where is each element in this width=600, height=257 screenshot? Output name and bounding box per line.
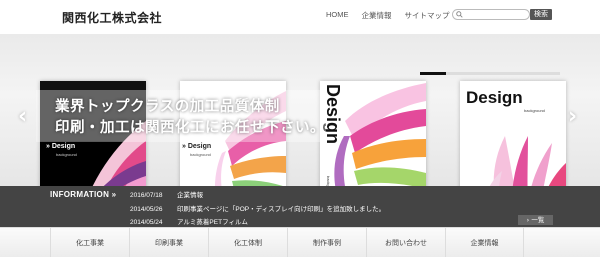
cover-subtitle: background [524, 108, 545, 113]
news-text[interactable]: 企業情報 [177, 192, 203, 199]
header: 関西化工株式会社 HOME 企業情報 サイトマップ 検索 [0, 0, 600, 34]
headline-line-2: 印刷・加工は関西化工にお任せ下さい。 [55, 119, 325, 136]
news-item[interactable]: 2014/05/26 印刷事業ページに「POP・ディスプレイ向け印刷」を追加致しま… [130, 203, 385, 213]
news-date: 2014/05/24 [130, 219, 163, 226]
news-item[interactable]: 2014/05/24 アルミ蒸着PETフィルム [130, 216, 248, 226]
bottom-nav-item-taisei[interactable]: 化工体制 [208, 228, 287, 257]
headline-line-1: 業界トップクラスの加工品質体制 [55, 98, 280, 115]
search-box [452, 9, 530, 20]
nav-sitemap[interactable]: サイトマップ [405, 10, 450, 21]
cover-title: Design [466, 88, 523, 107]
nav-home[interactable]: HOME [326, 10, 349, 21]
cover-subtitle: background [56, 152, 77, 157]
search-input[interactable] [466, 10, 528, 19]
bottom-nav-item-jirei[interactable]: 制作事例 [287, 228, 366, 257]
news-date: 2016/07/18 [130, 192, 163, 199]
search-icon [456, 11, 463, 18]
news-text[interactable]: 印刷事業ページに「POP・ディスプレイ向け印刷」を追加致しました。 [177, 206, 385, 213]
news-text[interactable]: アルミ蒸着PETフィルム [177, 219, 248, 226]
top-nav: HOME 企業情報 サイトマップ [326, 10, 450, 21]
cover-subtitle: background [190, 152, 211, 157]
news-item[interactable]: 2016/07/18 企業情報 [130, 189, 203, 199]
information-bar: INFORMATION » 2016/07/18 企業情報 2014/05/26 印… [0, 186, 600, 227]
bottom-nav-item-kakou[interactable]: 化工事業 [50, 228, 129, 257]
bottom-nav: 化工事業 印刷事業 化工体制 制作事例 お問い合わせ 企業情報 [0, 227, 600, 257]
hero-slider: » Design background » Design background … [0, 34, 600, 186]
news-list-button[interactable]: › 一覧 [518, 215, 553, 225]
slider-progress-indicator [420, 72, 446, 75]
nav-company[interactable]: 企業情報 [362, 10, 392, 21]
bottom-nav-item-insatsu[interactable]: 印刷事業 [129, 228, 208, 257]
cover-title: » Design [46, 143, 76, 150]
design-cover-4: Design background [460, 81, 566, 186]
slider-prev-arrow-icon[interactable]: ‹ [18, 104, 27, 129]
information-heading: INFORMATION » [50, 190, 117, 199]
cover-title: » Design [182, 143, 212, 150]
design-cover-3: Design background [320, 81, 426, 186]
bottom-nav-item-contact[interactable]: お問い合わせ [366, 228, 445, 257]
cover-subtitle: background [326, 176, 331, 186]
site-logo[interactable]: 関西化工株式会社 [62, 9, 162, 26]
bottom-nav-item-company[interactable]: 企業情報 [445, 228, 524, 257]
search-button[interactable]: 検索 [530, 9, 552, 20]
slider-next-arrow-icon[interactable]: › [568, 104, 577, 129]
news-date: 2014/05/26 [130, 206, 163, 213]
